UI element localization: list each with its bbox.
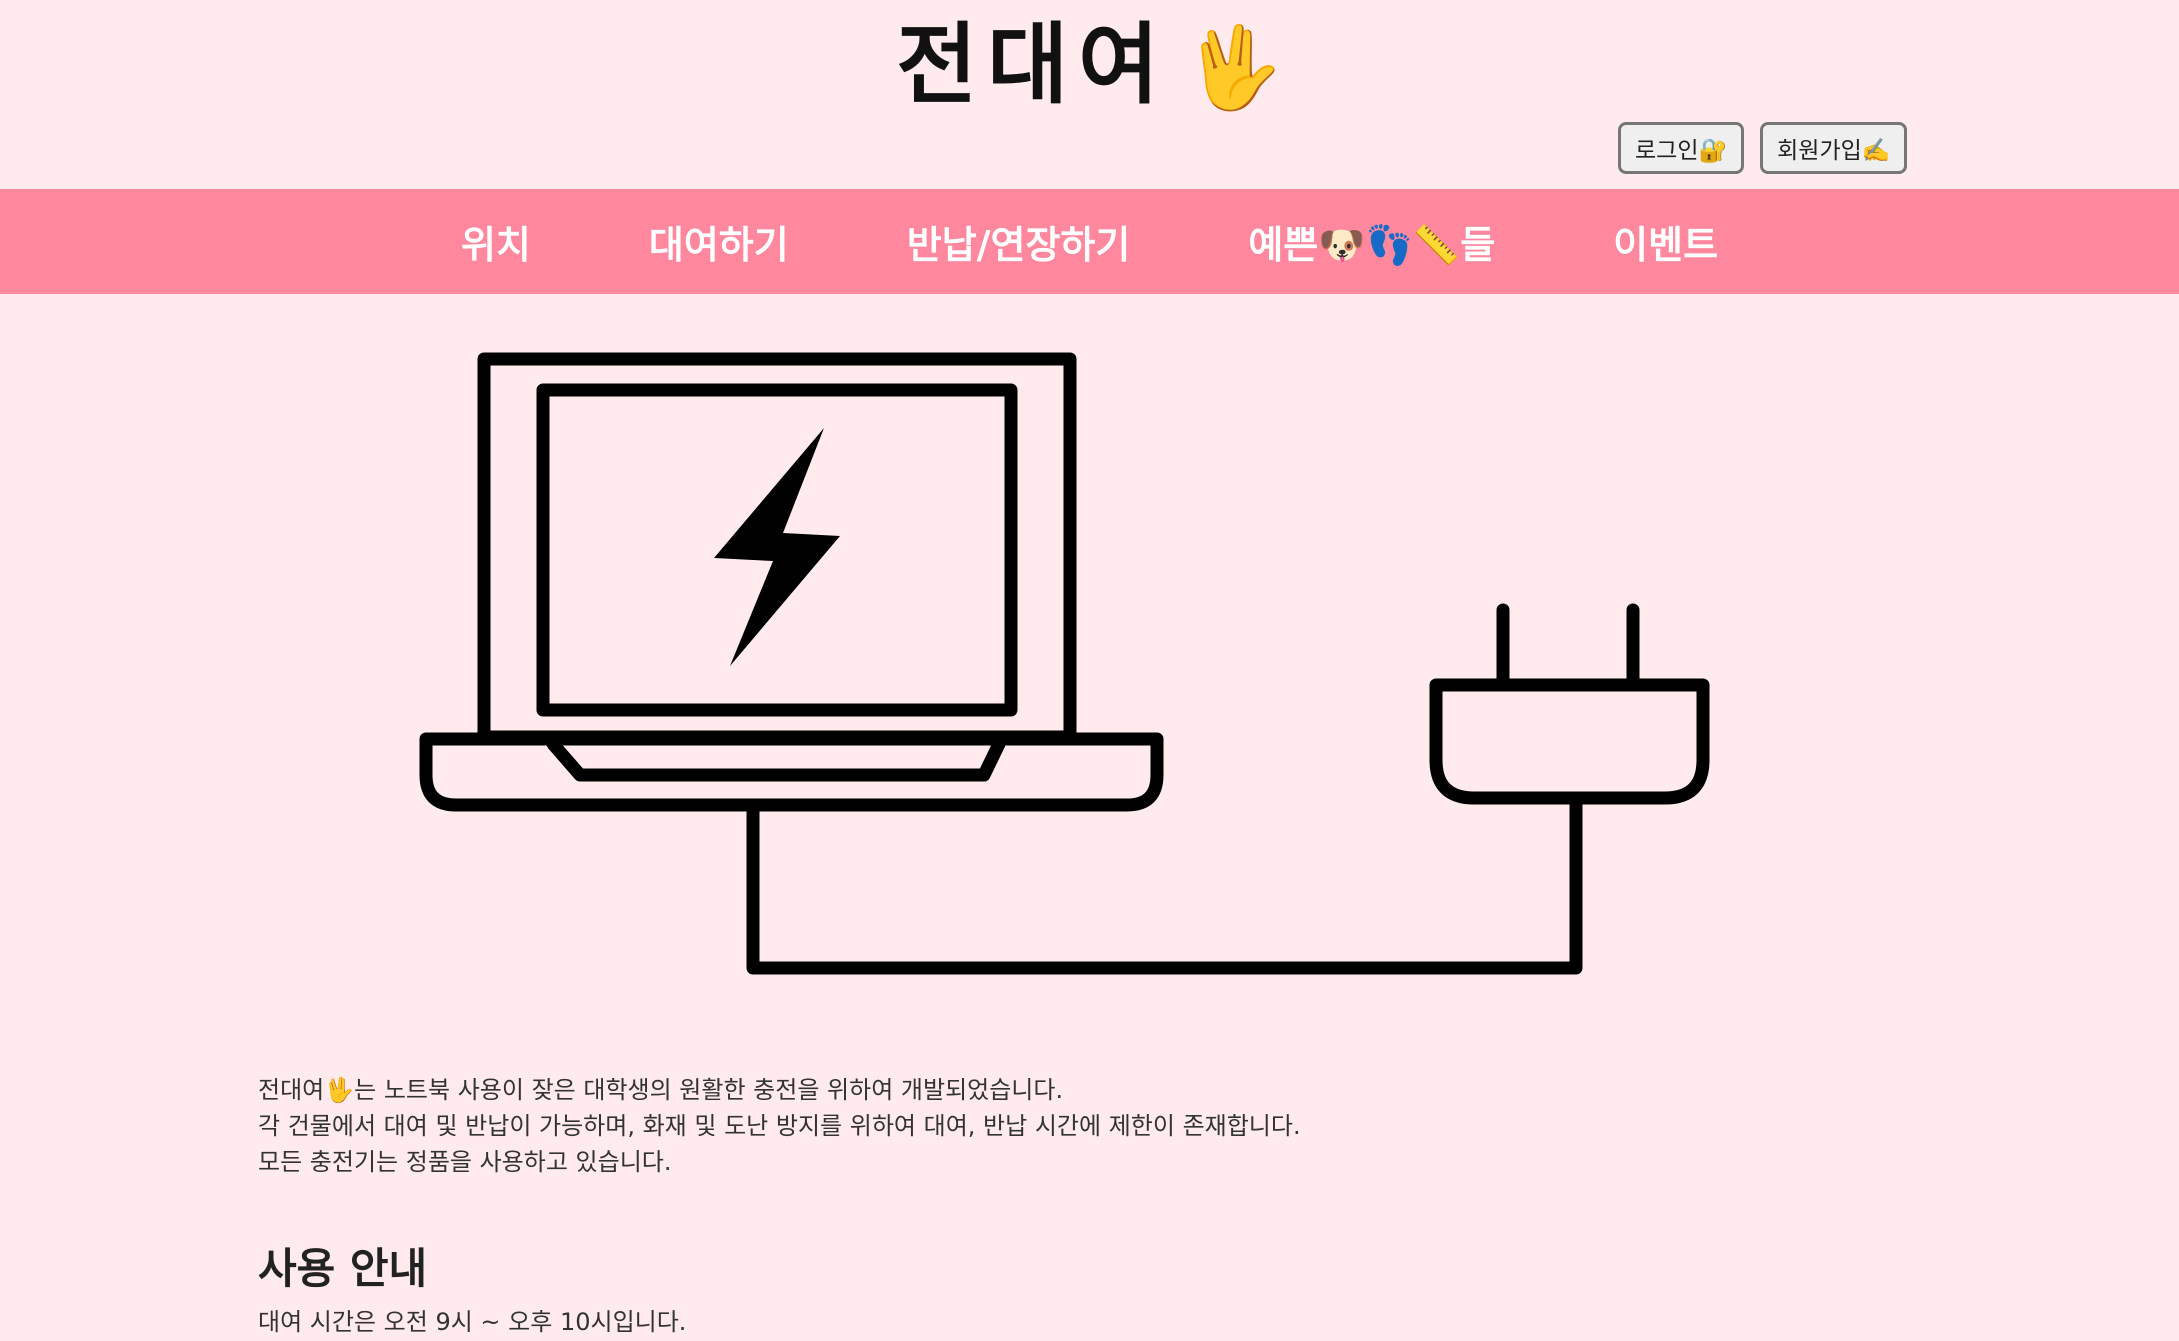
site-title[interactable]: 전대여 🖖	[0, 14, 2179, 115]
usage-section: 사용 안내 대여 시간은 오전 9시 ~ 오후 10시입니다.	[258, 1244, 2058, 1340]
intro-line-2: 각 건물에서 대여 및 반납이 가능하며, 화재 및 도난 방지를 위하여 대여…	[258, 1112, 1301, 1140]
nav-item-event[interactable]: 이벤트	[1613, 214, 1718, 269]
main-nav: 위치 대여하기 반납/연장하기 예쁜🐶👣📏들 이벤트	[0, 189, 2179, 294]
charging-cable	[746, 791, 1583, 975]
nav-item-rent[interactable]: 대여하기	[649, 214, 789, 269]
login-button[interactable]: 로그인🔐	[1618, 122, 1745, 174]
main-content: 전대여🖖는 노트북 사용이 잦은 대학생의 원활한 충전을 위하여 개발되었습니…	[258, 1072, 2058, 1340]
laptop-charging-icon	[419, 352, 1710, 975]
plug-body	[1429, 678, 1710, 805]
intro-line-1: 전대여🖖는 노트북 사용이 잦은 대학생의 원활한 충전을 위하여 개발되었습니…	[258, 1076, 1064, 1104]
laptop-trackpad	[546, 737, 1006, 782]
nav-item-gallery[interactable]: 예쁜🐶👣📏들	[1248, 214, 1495, 269]
usage-heading: 사용 안내	[258, 1244, 428, 1293]
vulcan-salute-icon: 🖖	[1183, 21, 1283, 114]
intro-section: 전대여🖖는 노트북 사용이 잦은 대학생의 원활한 충전을 위하여 개발되었습니…	[258, 1072, 2058, 1180]
nav-item-return-extend[interactable]: 반납/연장하기	[907, 214, 1131, 269]
intro-line-3: 모든 충전기는 정품을 사용하고 있습니다.	[258, 1148, 672, 1176]
signup-button[interactable]: 회원가입✍️	[1760, 122, 1908, 174]
hero-illustration	[410, 340, 1740, 1000]
auth-buttons: 로그인🔐 회원가입✍️	[1618, 122, 1908, 174]
usage-hours-text: 대여 시간은 오전 9시 ~ 오후 10시입니다.	[258, 1308, 687, 1337]
nav-item-location[interactable]: 위치	[461, 214, 531, 269]
site-header: 전대여 🖖 로그인🔐 회원가입✍️	[0, 0, 2179, 189]
lightning-bolt-icon	[714, 428, 840, 666]
site-title-text: 전대여	[896, 13, 1170, 116]
